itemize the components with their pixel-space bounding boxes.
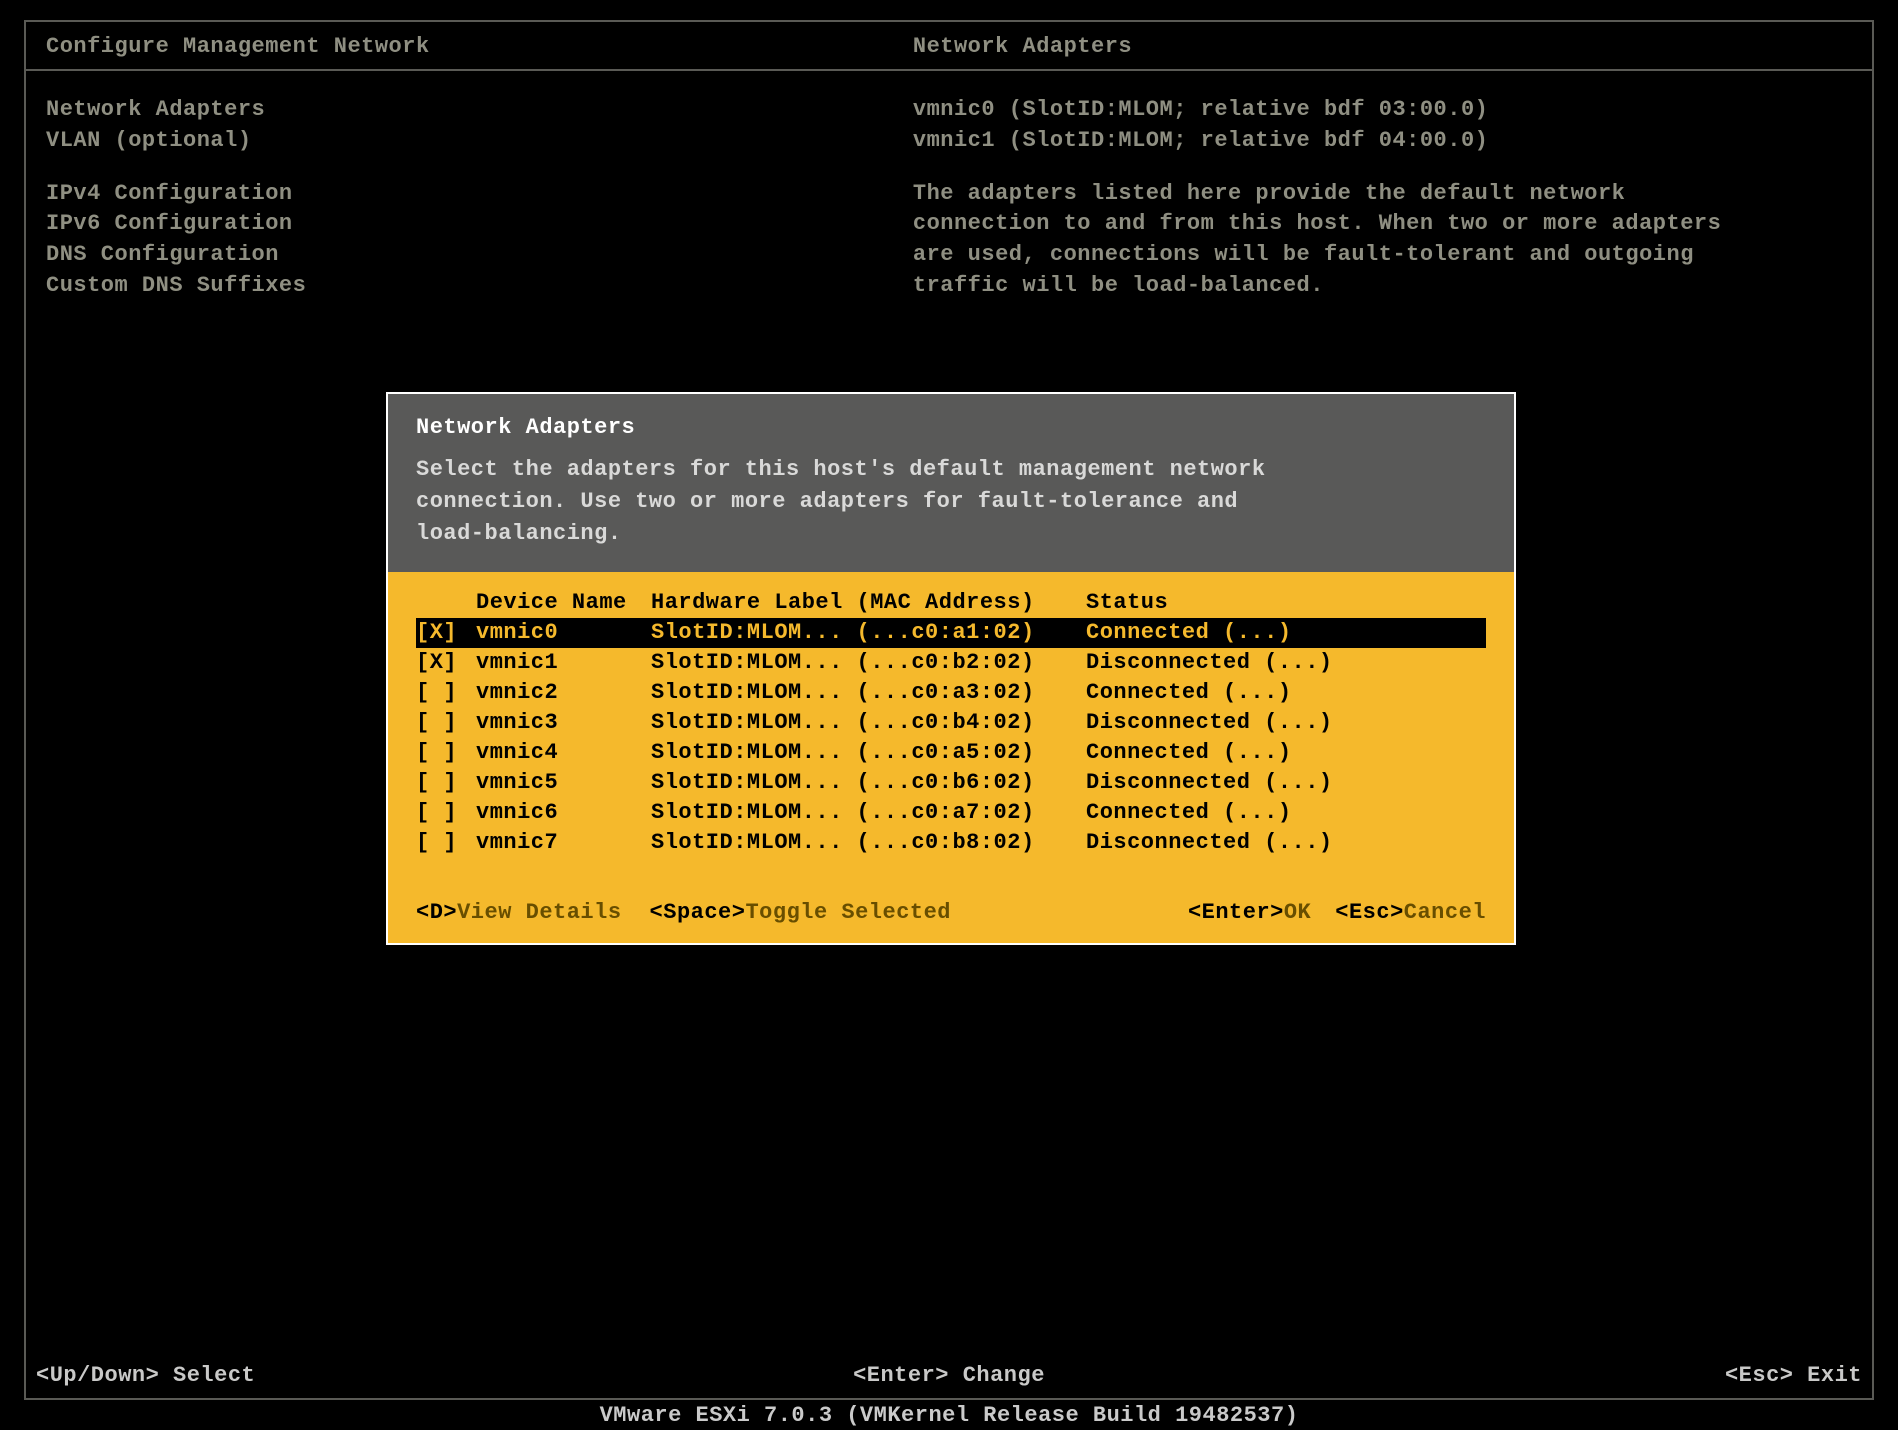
hint-enter-text: OK <box>1284 900 1311 925</box>
adapter-row-vmnic5[interactable]: [ ]vmnic5SlotID:MLOM... (...c0:b6:02)Dis… <box>416 768 1486 798</box>
adapter-row-vmnic4[interactable]: [ ]vmnic4SlotID:MLOM... (...c0:a5:02)Con… <box>416 738 1486 768</box>
right-panel: vmnic0 (SlotID:MLOM; relative bdf 03:00.… <box>913 95 1852 302</box>
row-device-name: vmnic5 <box>476 770 651 795</box>
row-device-name: vmnic2 <box>476 680 651 705</box>
row-status: Connected (...) <box>1086 680 1486 705</box>
hint-esc-key[interactable]: <Esc> <box>1335 900 1404 925</box>
row-checkbox[interactable]: [X] <box>416 620 476 645</box>
row-checkbox[interactable]: [ ] <box>416 710 476 735</box>
dialog-instructions-1: connection. Use two or more adapters for… <box>416 486 1486 518</box>
adapter-desc-2: are used, connections will be fault-tole… <box>913 240 1852 271</box>
adapter-info-0: vmnic0 (SlotID:MLOM; relative bdf 03:00.… <box>913 95 1852 126</box>
row-checkbox[interactable]: [ ] <box>416 830 476 855</box>
row-hardware-label: SlotID:MLOM... (...c0:a3:02) <box>651 680 1086 705</box>
left-menu: Network Adapters VLAN (optional) IPv4 Co… <box>46 95 913 302</box>
network-adapters-dialog: Network Adapters Select the adapters for… <box>386 392 1516 945</box>
menu-item-custom-dns[interactable]: Custom DNS Suffixes <box>46 271 913 302</box>
dialog-title: Network Adapters <box>416 412 1486 444</box>
dialog-instructions-2: load-balancing. <box>416 518 1486 550</box>
adapter-desc-3: traffic will be load-balanced. <box>913 271 1852 302</box>
hint-space-key[interactable]: <Space> <box>650 900 746 925</box>
row-checkbox[interactable]: [ ] <box>416 800 476 825</box>
col-header-name: Device Name <box>476 590 651 615</box>
row-device-name: vmnic4 <box>476 740 651 765</box>
menu-item-ipv4[interactable]: IPv4 Configuration <box>46 179 913 210</box>
menu-item-vlan[interactable]: VLAN (optional) <box>46 126 913 157</box>
row-checkbox[interactable]: [ ] <box>416 740 476 765</box>
row-status: Connected (...) <box>1086 800 1486 825</box>
row-device-name: vmnic1 <box>476 650 651 675</box>
row-checkbox[interactable]: [ ] <box>416 680 476 705</box>
adapter-desc-1: connection to and from this host. When t… <box>913 209 1852 240</box>
footer-version: VMware ESXi 7.0.3 (VMKernel Release Buil… <box>0 1399 1898 1430</box>
bottom-hint-center: <Enter> Change <box>853 1363 1045 1388</box>
row-device-name: vmnic6 <box>476 800 651 825</box>
adapter-row-vmnic7[interactable]: [ ]vmnic7SlotID:MLOM... (...c0:b8:02)Dis… <box>416 828 1486 858</box>
row-device-name: vmnic3 <box>476 710 651 735</box>
hint-space-text: Toggle Selected <box>745 900 951 925</box>
header-left-title: Configure Management Network <box>46 34 913 59</box>
row-hardware-label: SlotID:MLOM... (...c0:a5:02) <box>651 740 1086 765</box>
adapter-row-vmnic1[interactable]: [X]vmnic1SlotID:MLOM... (...c0:b2:02)Dis… <box>416 648 1486 678</box>
hint-enter-key[interactable]: <Enter> <box>1188 900 1284 925</box>
row-status: Connected (...) <box>1086 740 1486 765</box>
dialog-instructions-0: Select the adapters for this host's defa… <box>416 454 1486 486</box>
adapter-row-vmnic6[interactable]: [ ]vmnic6SlotID:MLOM... (...c0:a7:02)Con… <box>416 798 1486 828</box>
menu-item-network-adapters[interactable]: Network Adapters <box>46 95 913 126</box>
row-status: Connected (...) <box>1086 620 1486 645</box>
adapter-row-vmnic2[interactable]: [ ]vmnic2SlotID:MLOM... (...c0:a3:02)Con… <box>416 678 1486 708</box>
row-status: Disconnected (...) <box>1086 770 1486 795</box>
menu-item-ipv6[interactable]: IPv6 Configuration <box>46 209 913 240</box>
hint-d-key[interactable]: <D> <box>416 900 457 925</box>
adapter-row-vmnic0[interactable]: [X]vmnic0SlotID:MLOM... (...c0:a1:02)Con… <box>416 618 1486 648</box>
row-hardware-label: SlotID:MLOM... (...c0:b4:02) <box>651 710 1086 735</box>
adapter-info-1: vmnic1 (SlotID:MLOM; relative bdf 04:00.… <box>913 126 1852 157</box>
bottom-hint-right: <Esc> Exit <box>1725 1363 1862 1388</box>
row-checkbox[interactable]: [X] <box>416 650 476 675</box>
row-hardware-label: SlotID:MLOM... (...c0:a1:02) <box>651 620 1086 645</box>
row-status: Disconnected (...) <box>1086 710 1486 735</box>
row-hardware-label: SlotID:MLOM... (...c0:b8:02) <box>651 830 1086 855</box>
row-hardware-label: SlotID:MLOM... (...c0:b6:02) <box>651 770 1086 795</box>
row-device-name: vmnic7 <box>476 830 651 855</box>
adapter-desc-0: The adapters listed here provide the def… <box>913 179 1852 210</box>
col-header-hw: Hardware Label (MAC Address) <box>651 590 1086 615</box>
menu-item-dns[interactable]: DNS Configuration <box>46 240 913 271</box>
header-right-title: Network Adapters <box>913 34 1852 59</box>
hint-d-text: View Details <box>457 900 621 925</box>
hint-esc-text: Cancel <box>1404 900 1486 925</box>
row-checkbox[interactable]: [ ] <box>416 770 476 795</box>
row-device-name: vmnic0 <box>476 620 651 645</box>
row-hardware-label: SlotID:MLOM... (...c0:a7:02) <box>651 800 1086 825</box>
col-header-status: Status <box>1086 590 1486 615</box>
row-status: Disconnected (...) <box>1086 650 1486 675</box>
row-hardware-label: SlotID:MLOM... (...c0:b2:02) <box>651 650 1086 675</box>
row-status: Disconnected (...) <box>1086 830 1486 855</box>
adapter-row-vmnic3[interactable]: [ ]vmnic3SlotID:MLOM... (...c0:b4:02)Dis… <box>416 708 1486 738</box>
bottom-hint-left: <Up/Down> Select <box>36 1363 255 1388</box>
